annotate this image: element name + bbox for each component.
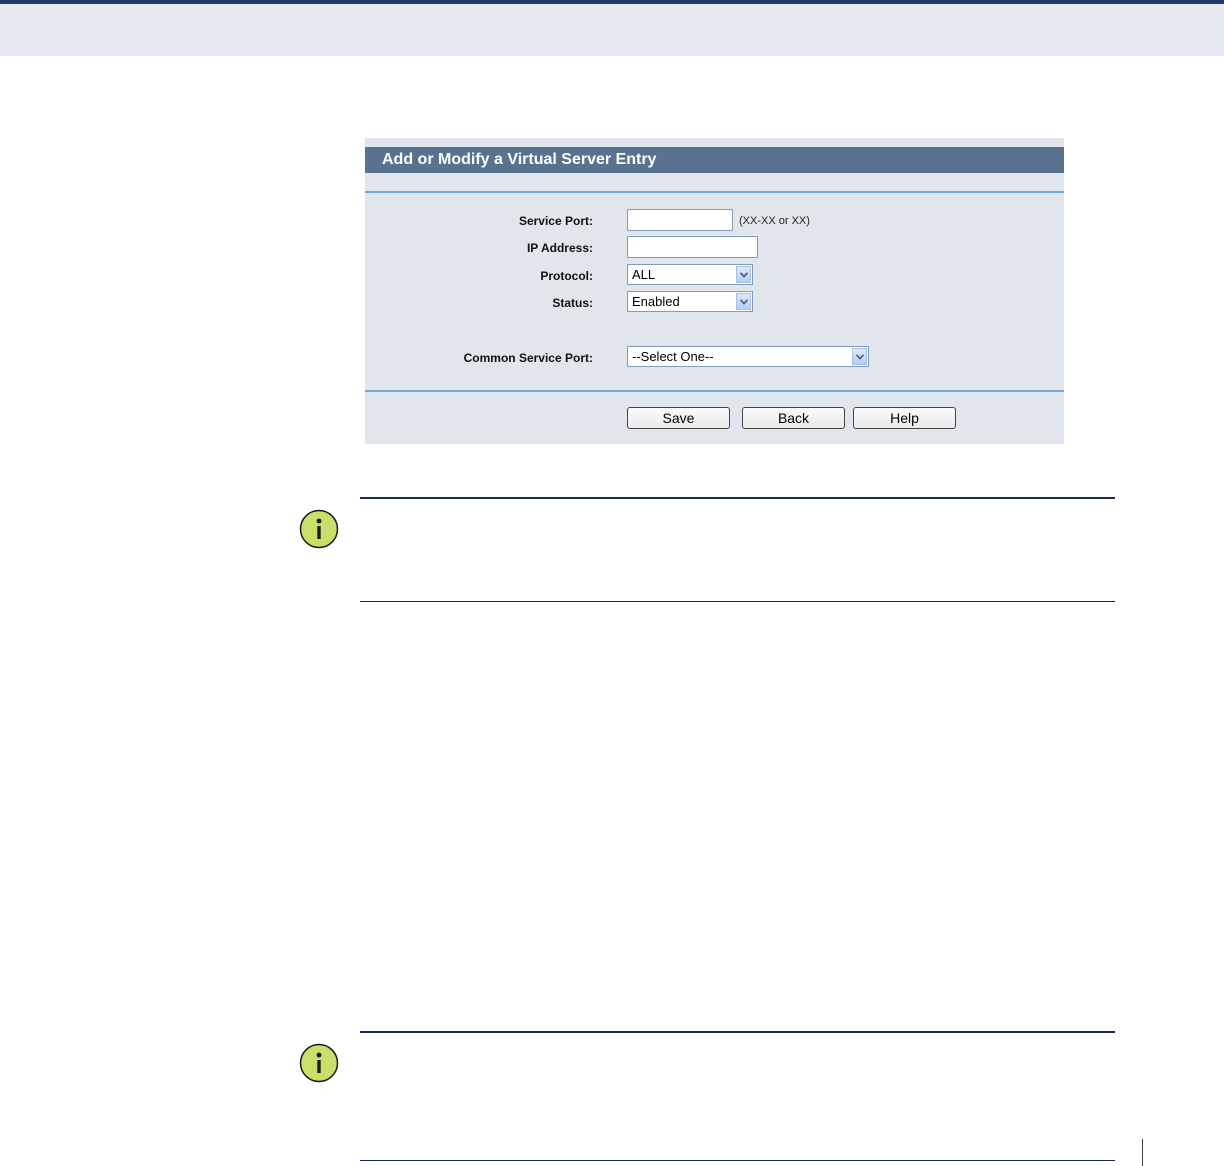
protocol-value: ALL	[632, 267, 656, 282]
info-icon	[299, 1043, 339, 1083]
form-divider-top	[365, 191, 1064, 193]
virtual-server-form: Add or Modify a Virtual Server Entry Ser…	[365, 138, 1064, 444]
form-divider-bottom	[365, 390, 1064, 392]
chevron-down-icon[interactable]	[736, 266, 751, 283]
service-port-hint: (XX-XX or XX)	[739, 215, 810, 227]
status-value: Enabled	[632, 294, 680, 309]
note-rule-top	[360, 1031, 1115, 1033]
service-port-input[interactable]	[627, 209, 733, 231]
ip-address-label: IP Address:	[526, 241, 593, 255]
service-port-label: Service Port:	[518, 214, 593, 228]
page-edge-line	[1142, 1139, 1143, 1166]
note-rule-bottom	[360, 1160, 1115, 1161]
note-rule-bottom	[360, 601, 1115, 602]
back-button[interactable]: Back	[742, 407, 845, 429]
chevron-down-icon[interactable]	[852, 348, 867, 365]
info-icon	[299, 509, 339, 549]
page-header-band	[0, 4, 1224, 56]
protocol-select[interactable]: ALL	[627, 264, 753, 285]
common-service-port-label: Common Service Port:	[463, 351, 593, 365]
help-button[interactable]: Help	[853, 407, 956, 429]
protocol-label: Protocol:	[540, 269, 593, 283]
common-service-port-value: --Select One--	[632, 349, 714, 364]
common-service-port-select[interactable]: --Select One--	[627, 346, 869, 367]
form-title: Add or Modify a Virtual Server Entry	[365, 147, 1064, 173]
status-label: Status:	[552, 296, 593, 310]
chevron-down-icon[interactable]	[736, 293, 751, 310]
note-rule-top	[360, 497, 1115, 499]
status-select[interactable]: Enabled	[627, 291, 753, 312]
save-button[interactable]: Save	[627, 407, 730, 429]
ip-address-input[interactable]	[627, 236, 758, 258]
